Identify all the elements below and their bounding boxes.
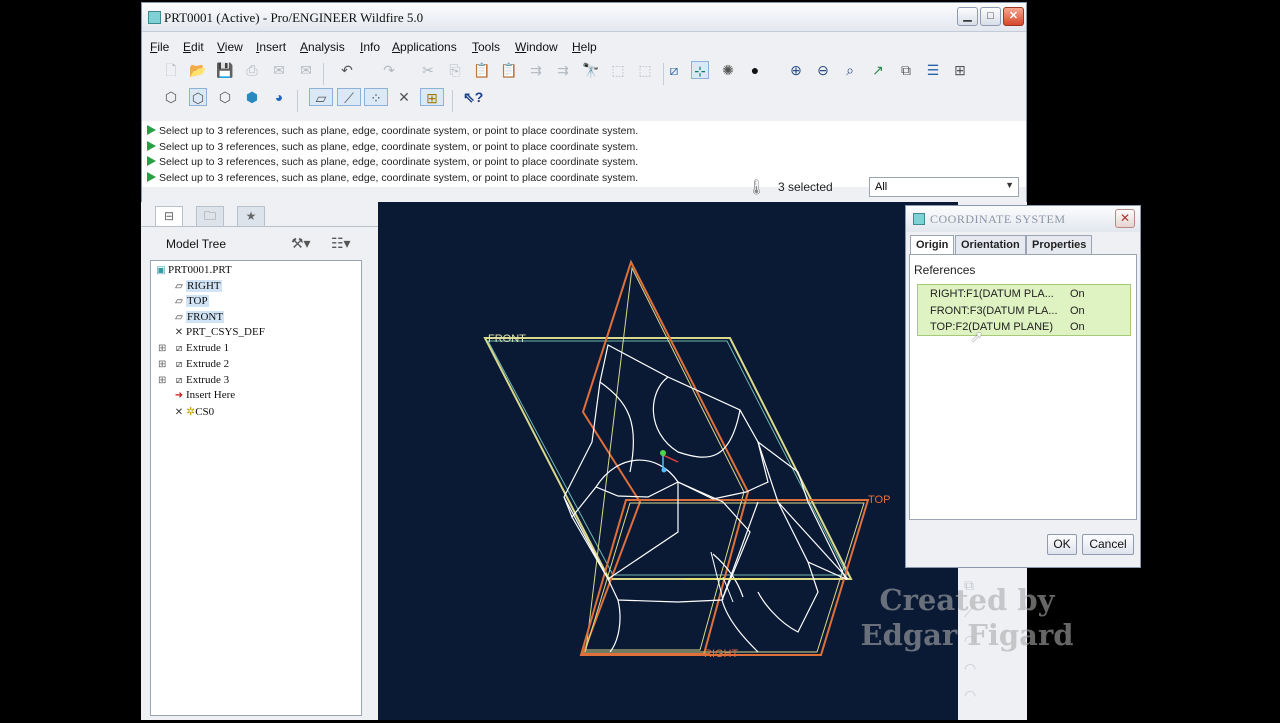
tab-origin[interactable]: Origin	[910, 235, 955, 255]
datum-display-toolbar: ⬡ ⬡ ⬡ ⬢ ◕ ▱ ⟋ ⁘ ✕ ⊞ ⇖?	[142, 88, 1026, 114]
regenerate-icon[interactable]: ⇉	[527, 61, 545, 79]
mouse-cursor-icon: ➚	[970, 329, 984, 346]
wireframe-icon[interactable]: ⬡	[162, 88, 180, 106]
select-mode-icon[interactable]: ⬚	[636, 61, 654, 79]
zoom-out-icon[interactable]: ⊖	[814, 61, 832, 79]
coordinate-system-dialog: COORDINATE SYSTEM ✕ Origin Orientation P…	[905, 205, 1141, 568]
no-hidden-icon[interactable]: ⬡	[216, 88, 234, 106]
toolbar-separator	[323, 63, 324, 85]
reorient-icon[interactable]: ↗	[869, 61, 887, 79]
datum-point-display-icon[interactable]: ⁘	[364, 88, 388, 106]
tab-properties[interactable]: Properties	[1026, 235, 1093, 255]
references-list: RIGHT:F1(DATUM PLA... On FRONT:F3(DATUM P…	[917, 284, 1131, 336]
reference-row[interactable]: RIGHT:F1(DATUM PLA... On	[930, 288, 1085, 300]
menu-help[interactable]: Help	[572, 40, 597, 54]
datum-plane-display-icon[interactable]: ▱	[309, 88, 333, 106]
dialog-title-bar[interactable]: COORDINATE SYSTEM ✕	[906, 206, 1140, 232]
prompt-arrow-icon	[147, 125, 156, 135]
reference-row[interactable]: TOP:F2(DATUM PLANE) On	[930, 321, 1085, 333]
menu-window[interactable]: Window	[515, 40, 558, 54]
window-title: PRT0001 (Active) - Pro/ENGINEER Wildfire…	[164, 10, 424, 25]
ok-button[interactable]: OK	[1047, 534, 1077, 555]
reference-row[interactable]: FRONT:F3(DATUM PLA... On	[930, 305, 1085, 317]
filter-value: All	[875, 181, 888, 193]
dialog-close-button[interactable]: ✕	[1115, 209, 1135, 228]
toolbar-separator	[297, 90, 298, 112]
close-icon: ✕	[1008, 10, 1019, 22]
maximize-button[interactable]: □	[980, 7, 1001, 26]
datum-axis-display-icon[interactable]: ⟋	[337, 88, 361, 106]
hidden-line-icon[interactable]: ⬡	[189, 88, 207, 106]
watermark: Created by Edgar Figard	[853, 583, 1081, 653]
menu-analysis[interactable]: Analysis	[300, 40, 345, 54]
toolbar-separator	[663, 63, 664, 85]
menu-info[interactable]: Info	[360, 40, 380, 54]
repaint-icon[interactable]: ⧄	[665, 61, 683, 79]
new-icon[interactable]: 🗋	[162, 61, 180, 79]
minimize-button[interactable]: ▁	[957, 7, 978, 26]
selection-box-icon[interactable]: ⬚	[609, 61, 627, 79]
email-icon[interactable]: ✉	[270, 61, 288, 79]
open-icon[interactable]: 📂	[189, 61, 207, 79]
spin-center-icon[interactable]: ⊹	[691, 61, 709, 79]
print-icon[interactable]: ⎙	[243, 61, 261, 79]
context-help-icon[interactable]: ⇖?	[463, 88, 483, 106]
watermark-line-2: Edgar Figard	[860, 618, 1074, 652]
chevron-down-icon: ▼	[1005, 180, 1014, 190]
menu-applications[interactable]: Applications	[392, 40, 457, 54]
origin-tab-panel: References RIGHT:F1(DATUM PLA... On FRONT…	[909, 254, 1137, 520]
orient-mode-icon[interactable]: ✺	[719, 61, 737, 79]
layers-icon[interactable]: ☰	[924, 61, 942, 79]
menu-tools[interactable]: Tools	[472, 40, 500, 54]
title-bar[interactable]: PRT0001 (Active) - Pro/ENGINEER Wildfire…	[142, 3, 1026, 32]
app-icon	[148, 11, 161, 24]
message-line: Select up to 3 references, such as plane…	[147, 172, 638, 186]
view-manager-icon[interactable]: ⊞	[951, 61, 969, 79]
saved-views-icon[interactable]: ⧉	[897, 61, 915, 79]
cut-icon[interactable]: ✂	[419, 61, 437, 79]
refit-icon[interactable]: ⌕	[841, 61, 859, 79]
prompt-arrow-icon	[147, 141, 156, 151]
minimize-icon: ▁	[963, 10, 972, 22]
main-toolbar: 🗋 📂 💾 ⎙ ✉ ✉ ↶ ↷ ✂ ⎘ 📋 📋 ⇉ ⇉ 🔭 ⬚ ⬚ ⧄ ⊹ ✺ …	[142, 61, 1026, 87]
toolbar-separator	[452, 90, 453, 112]
shading-icon[interactable]: ●	[746, 61, 764, 79]
shaded-icon[interactable]: ⬢	[243, 88, 261, 106]
annotation-display-icon[interactable]: ⊞	[420, 88, 444, 106]
find-icon[interactable]: 🔭	[582, 61, 600, 79]
dialog-title: COORDINATE SYSTEM	[930, 212, 1066, 226]
paste-special-icon[interactable]: 📋	[500, 61, 518, 79]
redo-icon[interactable]: ↷	[380, 61, 398, 79]
close-icon: ✕	[1119, 211, 1131, 225]
email-link-icon[interactable]: ✉	[297, 61, 315, 79]
menu-bar: File Edit View Insert Analysis Info Appl…	[142, 32, 1026, 58]
zoom-in-icon[interactable]: ⊕	[787, 61, 805, 79]
selection-filter-dropdown[interactable]: All ▼	[869, 177, 1019, 197]
menu-file[interactable]: File	[150, 40, 169, 54]
csys-display-icon[interactable]: ✕	[392, 88, 416, 106]
message-line: Select up to 3 references, such as plane…	[147, 141, 638, 155]
regen-manager-icon[interactable]: ⇉	[554, 61, 572, 79]
dialog-icon	[913, 213, 925, 225]
save-icon[interactable]: 💾	[216, 61, 234, 79]
references-label: References	[914, 263, 976, 277]
menu-edit[interactable]: Edit	[183, 40, 204, 54]
tab-orientation[interactable]: Orientation	[955, 235, 1026, 255]
undo-icon[interactable]: ↶	[338, 61, 356, 79]
paste-icon[interactable]: 📋	[473, 61, 491, 79]
maximize-icon: □	[987, 10, 994, 22]
message-line: Select up to 3 references, such as plane…	[147, 156, 638, 170]
copy-icon[interactable]: ⎘	[446, 61, 464, 79]
watermark-line-1: Created by	[879, 583, 1055, 617]
close-button[interactable]: ✕	[1003, 7, 1024, 26]
menu-view[interactable]: View	[217, 40, 243, 54]
prompt-arrow-icon	[147, 156, 156, 166]
message-line: Select up to 3 references, such as plane…	[147, 125, 638, 139]
prompt-arrow-icon	[147, 172, 156, 182]
enhanced-realism-icon[interactable]: ◕	[270, 88, 288, 106]
cancel-button[interactable]: Cancel	[1082, 534, 1134, 555]
menu-insert[interactable]: Insert	[256, 40, 286, 54]
